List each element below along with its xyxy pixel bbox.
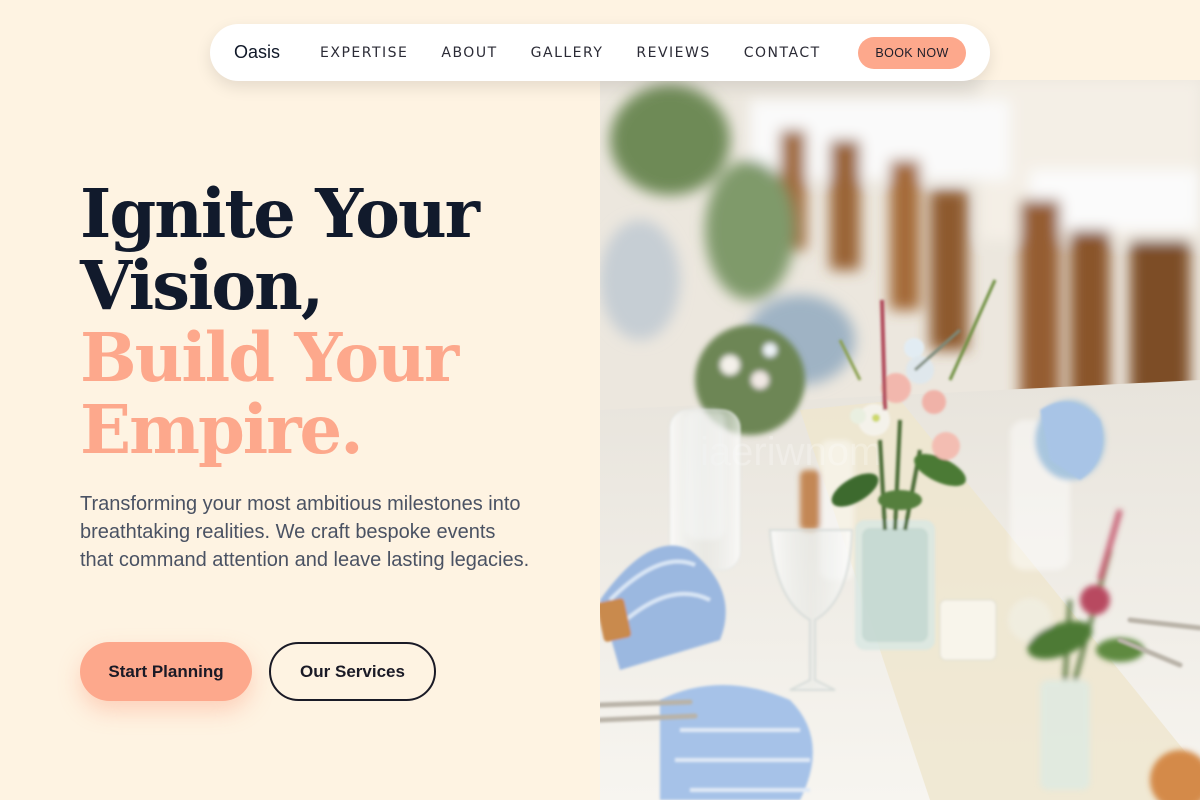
nav-link-expertise[interactable]: EXPERTISE [320,45,408,61]
nav-link-contact[interactable]: CONTACT [744,45,821,61]
hero-image: iaeriwnom [600,80,1200,800]
top-navigation: Oasis EXPERTISE ABOUT GALLERY REVIEWS CO… [210,24,990,81]
headline-line-2: Vision, [80,246,324,325]
start-planning-button[interactable]: Start Planning [80,642,252,701]
our-services-button[interactable]: Our Services [269,642,436,701]
hero-headline: Ignite Your Vision, Build Your Empire. [80,174,480,469]
wedding-table-photo-icon: iaeriwnom [600,80,1200,800]
headline-accent-line-1: Build Your [80,318,459,397]
book-now-button[interactable]: BOOK NOW [858,36,966,69]
brand-logo[interactable]: Oasis [234,42,280,63]
nav-link-gallery[interactable]: GALLERY [531,45,604,61]
headline-accent-line-2: Empire. [80,390,364,469]
nav-link-about[interactable]: ABOUT [441,45,497,61]
hero-subtitle: Transforming your most ambitious milesto… [80,493,530,571]
nav-links: EXPERTISE ABOUT GALLERY REVIEWS CONTACT [320,45,821,61]
hero-cta-row: Start Planning Our Services [80,642,436,701]
headline-line-1: Ignite Your [80,174,480,253]
nav-link-reviews[interactable]: REVIEWS [636,45,710,61]
